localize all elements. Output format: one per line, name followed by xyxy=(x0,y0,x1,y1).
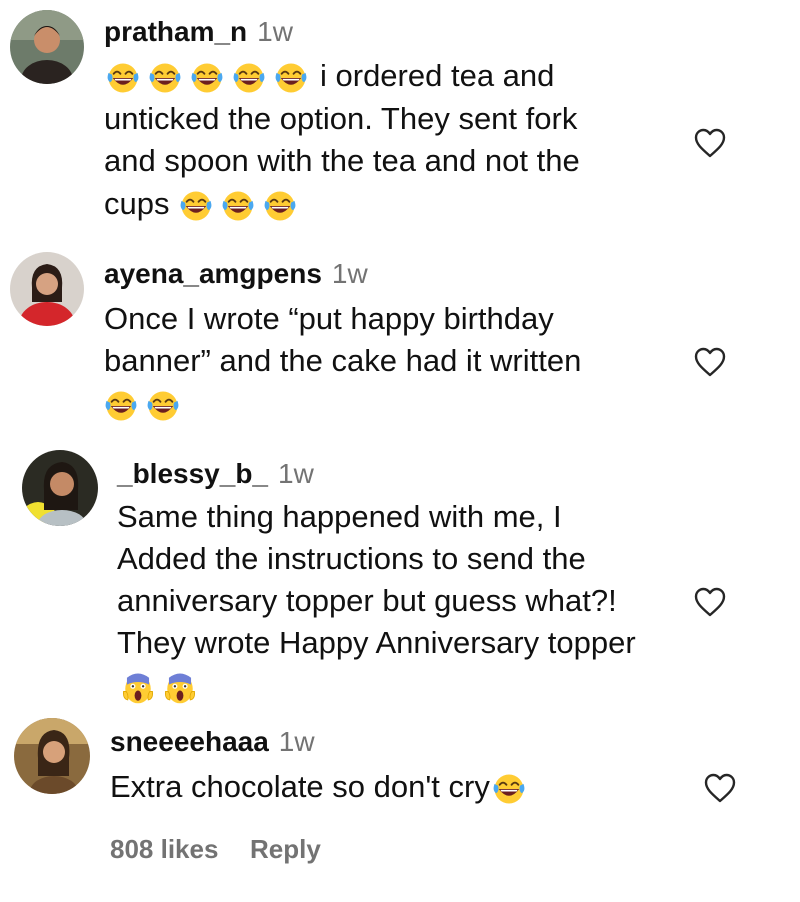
laughing-tears-emoji-icon xyxy=(274,61,308,95)
comment-text-line: Same thing happened with me, I xyxy=(117,499,562,534)
comment-username[interactable]: ayena_amgpens 1w xyxy=(104,258,368,290)
comment-time: 1w xyxy=(278,458,314,489)
like-heart-icon[interactable] xyxy=(703,772,737,804)
comment-time: 1w xyxy=(257,16,293,47)
comment-text-line: and spoon with the tea and not the xyxy=(104,143,580,178)
comment-username[interactable]: sneeeehaaa 1w xyxy=(110,726,315,758)
comment-text-line: They wrote Happy Anniversary topper xyxy=(117,625,636,660)
laughing-tears-emoji-icon xyxy=(263,189,297,223)
comment-text-line: banner” and the cake had it written xyxy=(104,343,582,378)
laughing-tears-emoji-icon xyxy=(492,772,526,806)
laughing-tears-emoji-icon xyxy=(221,189,255,223)
avatar[interactable] xyxy=(10,252,84,326)
screaming-face-emoji-icon xyxy=(121,671,155,705)
comment-text-line: Extra chocolate so don't cry xyxy=(110,766,534,808)
comment-username[interactable]: pratham_n 1w xyxy=(104,16,293,48)
comment-time: 1w xyxy=(331,258,368,289)
comment-emoji-line xyxy=(104,383,188,425)
avatar[interactable] xyxy=(22,450,98,526)
laughing-tears-emoji-icon xyxy=(148,61,182,95)
avatar[interactable] xyxy=(14,718,90,794)
laughing-tears-emoji-icon xyxy=(106,61,140,95)
laughing-tears-emoji-icon xyxy=(190,61,224,95)
screaming-face-emoji-icon xyxy=(163,671,197,705)
like-heart-icon[interactable] xyxy=(693,586,727,618)
comment-text-line: unticked the option. They sent fork xyxy=(104,101,578,136)
comment-time: 1w xyxy=(278,726,315,757)
comment-text-line: i ordered tea and xyxy=(106,55,554,97)
avatar[interactable] xyxy=(10,10,84,84)
comment-text-line: Added the instructions to send the xyxy=(117,541,586,576)
comment-text-line: cups xyxy=(104,183,305,225)
laughing-tears-emoji-icon xyxy=(232,61,266,95)
laughing-tears-emoji-icon xyxy=(179,189,213,223)
likes-count[interactable]: 808 likes xyxy=(110,834,218,865)
reply-button[interactable]: Reply xyxy=(250,834,321,865)
like-heart-icon[interactable] xyxy=(693,346,727,378)
laughing-tears-emoji-icon xyxy=(104,389,138,423)
comment-text-line: anniversary topper but guess what?! xyxy=(117,583,617,618)
comment-username[interactable]: _blessy_b_ 1w xyxy=(117,458,314,490)
comment-text-line: Once I wrote “put happy birthday xyxy=(104,301,554,336)
comment-emoji-line xyxy=(121,665,205,707)
laughing-tears-emoji-icon xyxy=(146,389,180,423)
like-heart-icon[interactable] xyxy=(693,127,727,159)
